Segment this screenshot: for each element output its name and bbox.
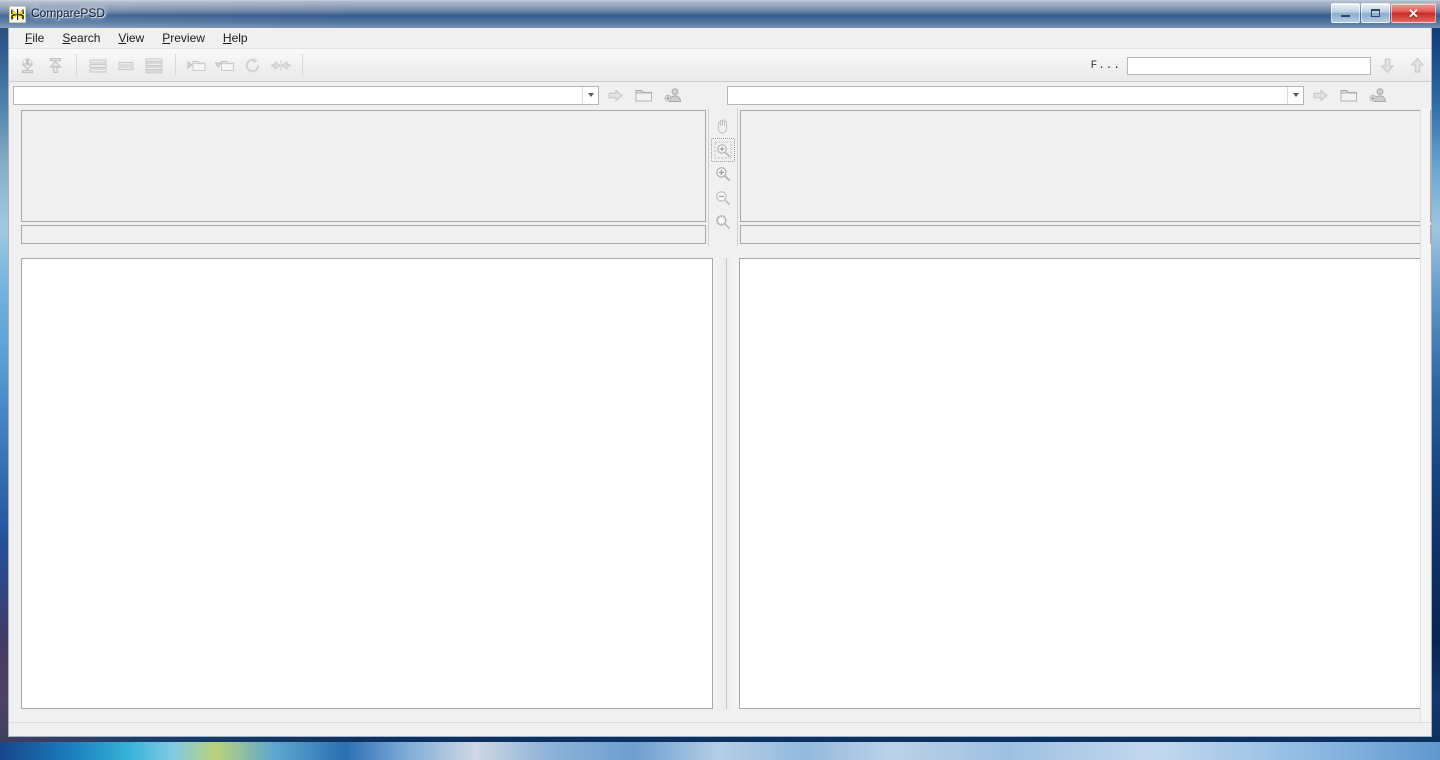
path-combo-left[interactable] xyxy=(13,85,599,105)
path-combo-right[interactable] xyxy=(727,85,1304,105)
main-toolbar: F... xyxy=(9,49,1431,82)
path-input-left[interactable] xyxy=(14,86,582,104)
list-view-detail-icon[interactable] xyxy=(84,52,112,78)
list-view-compact-icon[interactable] xyxy=(112,52,140,78)
folder-icon[interactable] xyxy=(1336,84,1362,106)
file-list-right[interactable] xyxy=(739,258,1429,709)
zoom-tool-strip xyxy=(708,108,738,246)
menu-bar: File Search View Preview Help xyxy=(9,28,1431,49)
folder-collapse-icon[interactable] xyxy=(211,52,239,78)
chevron-down-icon[interactable] xyxy=(1287,86,1303,104)
window-title: ComparePSD xyxy=(31,6,106,20)
zoom-fit-icon[interactable] xyxy=(711,210,735,234)
folder-expand-icon[interactable] xyxy=(183,52,211,78)
preview-info-left xyxy=(21,225,707,244)
file-list-left[interactable] xyxy=(21,258,713,709)
menu-preview[interactable]: Preview xyxy=(153,29,214,48)
toolbar-group-file xyxy=(9,51,73,79)
preview-row xyxy=(9,108,1431,246)
maximize-button[interactable] xyxy=(1361,3,1390,23)
menu-search[interactable]: Search xyxy=(53,29,109,48)
upload-arrow-icon[interactable] xyxy=(41,52,69,78)
download-arrow-icon[interactable] xyxy=(13,52,41,78)
menu-view[interactable]: View xyxy=(109,29,153,48)
find-label: F... xyxy=(1090,59,1121,72)
find-area: F... xyxy=(1091,49,1431,82)
application-window: ComparePSD ✕ File Search View Preview He… xyxy=(0,0,1440,745)
close-button[interactable]: ✕ xyxy=(1391,3,1436,23)
pane-splitter[interactable] xyxy=(713,258,739,709)
path-input-right[interactable] xyxy=(728,86,1287,104)
status-bar xyxy=(9,722,1431,736)
swap-sides-icon[interactable] xyxy=(267,52,295,78)
go-arrow-icon[interactable] xyxy=(1307,84,1333,106)
go-arrow-icon[interactable] xyxy=(602,84,628,106)
toolbar-group-folders xyxy=(179,51,299,79)
preview-canvas-left[interactable] xyxy=(21,110,707,222)
close-icon: ✕ xyxy=(1408,5,1419,21)
preview-panel-left xyxy=(9,108,708,246)
toolbar-separator-1 xyxy=(76,54,77,76)
zoom-in-icon[interactable] xyxy=(711,162,735,186)
minimize-icon xyxy=(1341,14,1350,17)
find-up-arrow-icon[interactable] xyxy=(1403,53,1431,79)
window-scrollbar-track[interactable] xyxy=(1420,108,1430,722)
maximize-icon xyxy=(1371,9,1380,17)
user-browse-icon[interactable] xyxy=(1365,84,1391,106)
preview-panel-right xyxy=(738,108,1431,246)
preview-info-right xyxy=(739,225,1431,244)
window-controls: ✕ xyxy=(1330,3,1436,24)
file-list-row xyxy=(9,246,1431,723)
menu-file[interactable]: File xyxy=(16,29,53,48)
preview-canvas-right[interactable] xyxy=(739,110,1431,222)
minimize-button[interactable] xyxy=(1331,3,1360,23)
toolbar-group-views xyxy=(80,51,172,79)
find-input[interactable] xyxy=(1127,56,1371,75)
path-bar-row xyxy=(9,82,1431,108)
titlebar-glass-sheen xyxy=(0,1,1440,15)
zoom-out-icon[interactable] xyxy=(711,186,735,210)
path-bar-left xyxy=(9,82,717,108)
butterfly-app-icon xyxy=(9,6,26,23)
window-client-area: File Search View Preview Help F... xyxy=(8,28,1432,737)
zoom-selection-icon[interactable] xyxy=(711,138,736,162)
menu-help[interactable]: Help xyxy=(214,29,257,48)
hand-pan-icon[interactable] xyxy=(711,114,735,138)
list-view-full-icon[interactable] xyxy=(140,52,168,78)
toolbar-separator-2 xyxy=(175,54,176,76)
path-bar-right xyxy=(717,82,1431,108)
folder-icon[interactable] xyxy=(631,84,657,106)
user-browse-icon[interactable] xyxy=(660,84,686,106)
refresh-icon[interactable] xyxy=(239,52,267,78)
title-bar[interactable]: ComparePSD ✕ xyxy=(0,0,1440,28)
chevron-down-icon[interactable] xyxy=(582,86,598,104)
find-down-arrow-icon[interactable] xyxy=(1373,53,1401,79)
toolbar-separator-3 xyxy=(302,54,303,76)
